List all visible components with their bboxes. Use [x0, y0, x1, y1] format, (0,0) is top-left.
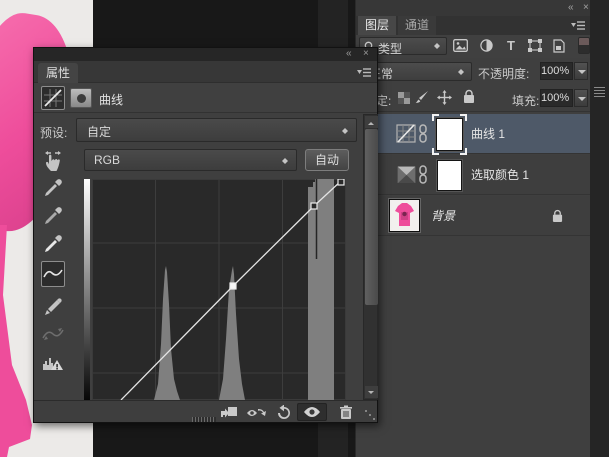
panel-menu-icon[interactable] — [570, 20, 586, 32]
channel-value: RGB — [94, 153, 120, 167]
toggle-visibility-icon[interactable] — [297, 403, 327, 421]
filter-pixel-layers-icon[interactable] — [451, 37, 469, 54]
dock-resize-grip-icon[interactable] — [594, 86, 605, 97]
properties-panel: « × 属性 曲线 预设: 自定 — [33, 47, 378, 423]
pencil-tool-icon[interactable] — [41, 294, 65, 318]
preset-label: 预设: — [40, 124, 67, 141]
spinner-arrows-icon — [281, 155, 290, 167]
filter-shape-layers-icon[interactable] — [526, 37, 544, 54]
filter-adjustment-layers-icon[interactable] — [477, 37, 495, 54]
fill-value[interactable]: 100% — [540, 89, 573, 107]
opacity-value[interactable]: 100% — [540, 62, 573, 80]
tab-layers[interactable]: 图层 — [358, 16, 396, 35]
dock-header: « × — [356, 0, 591, 16]
layer-mask-thumbnail[interactable] — [436, 118, 463, 151]
layers-tab-row: 图层 通道 — [356, 16, 591, 35]
auto-button[interactable]: 自动 — [305, 149, 349, 171]
properties-title-bar[interactable]: « × — [34, 48, 377, 61]
spinner-arrows-icon — [341, 125, 350, 137]
collapse-panels-icon[interactable]: « — [568, 2, 574, 13]
dock-gutter — [590, 0, 609, 457]
scroll-up-icon[interactable] — [365, 116, 378, 128]
layer-row-curves-1[interactable]: 曲线 1 — [356, 114, 591, 154]
properties-footer — [34, 400, 377, 422]
mask-link-icon[interactable] — [418, 124, 428, 143]
black-point-eyedropper-icon[interactable] — [41, 176, 65, 200]
mask-selection-corner — [460, 148, 467, 155]
fill-dropdown-arrow[interactable] — [574, 89, 588, 107]
filter-smart-object-icon[interactable] — [550, 37, 568, 54]
panel-scrollbar[interactable] — [363, 114, 378, 400]
delete-adjustment-icon[interactable] — [334, 403, 358, 421]
fill-label: 填充: — [512, 92, 539, 109]
pink-shirt-edge — [0, 225, 34, 457]
layer-name: 曲线 1 — [471, 114, 505, 154]
curves-graph[interactable] — [92, 179, 346, 400]
opacity-dropdown-arrow[interactable] — [574, 62, 588, 80]
spinner-arrows-icon — [457, 66, 466, 78]
mask-selection-corner — [432, 148, 439, 155]
panel-menu-icon[interactable] — [356, 67, 372, 79]
collapse-panel-icon[interactable]: « — [346, 48, 352, 59]
layer-row-selective-color-1[interactable]: 选取颜色 1 — [356, 155, 591, 195]
layer-name: 选取颜色 1 — [471, 155, 529, 195]
gray-point-eyedropper-icon[interactable] — [41, 204, 65, 228]
mask-button[interactable] — [70, 88, 92, 108]
layer-locked-icon — [552, 209, 563, 223]
layers-panel: « × 图层 通道 类型 T — [355, 0, 590, 457]
background-layer-thumbnail[interactable] — [389, 199, 420, 232]
tab-properties[interactable]: 属性 — [38, 63, 78, 83]
lock-fill-row: 锁定: 填充: 100% — [356, 84, 591, 112]
layer-filter-row: 类型 T — [356, 35, 591, 58]
edit-points-tool[interactable] — [41, 261, 65, 287]
spinner-arrows-icon — [433, 40, 442, 52]
filter-toggle-button[interactable] — [578, 37, 590, 54]
smooth-curve-icon — [41, 322, 65, 346]
lock-all-icon[interactable] — [463, 89, 475, 104]
mask-selection-corner — [432, 114, 439, 121]
curves-badge-icon — [41, 86, 65, 110]
mask-link-icon[interactable] — [418, 165, 428, 184]
output-gradient-bar — [84, 179, 90, 400]
lock-image-pixels-icon[interactable] — [414, 90, 430, 105]
layer-name: 背景 — [431, 196, 455, 236]
tab-channels[interactable]: 通道 — [398, 16, 436, 35]
clip-to-layer-icon[interactable] — [217, 403, 241, 421]
close-panel-icon[interactable]: × — [583, 2, 589, 13]
opacity-label: 不透明度: — [478, 65, 529, 82]
panel-resize-grip-icon[interactable] — [364, 409, 376, 421]
view-previous-state-icon[interactable] — [244, 403, 268, 421]
selective-color-adjustment-icon — [397, 166, 416, 184]
layer-row-background[interactable]: 背景 — [356, 196, 591, 236]
lock-transparent-pixels-icon[interactable] — [398, 92, 411, 105]
mask-circle-icon — [77, 94, 86, 103]
targeted-adjustment-tool[interactable] — [39, 148, 67, 174]
mask-selection-corner — [460, 114, 467, 121]
properties-tab-row: 属性 — [34, 61, 377, 83]
filter-text-layers-icon[interactable]: T — [502, 37, 520, 54]
close-panel-icon[interactable]: × — [363, 48, 369, 59]
preset-value: 自定 — [87, 123, 111, 140]
scroll-down-icon[interactable] — [365, 386, 378, 398]
curves-adjustment-icon — [396, 124, 416, 143]
lock-position-icon[interactable] — [437, 90, 452, 105]
adjustment-header: 曲线 — [34, 83, 377, 113]
panel-drag-ridges[interactable] — [192, 417, 216, 422]
white-point-eyedropper-icon[interactable] — [41, 232, 65, 256]
reset-adjustment-icon[interactable] — [272, 403, 296, 421]
histogram-warning-icon[interactable] — [41, 350, 65, 374]
filter-type-label: 类型 — [378, 40, 402, 57]
preset-dropdown[interactable]: 自定 — [76, 118, 357, 142]
adjustment-title: 曲线 — [99, 91, 123, 108]
photoshop-workspace: « × 图层 通道 类型 T — [0, 0, 609, 457]
channel-dropdown[interactable]: RGB — [84, 149, 297, 171]
blend-opacity-row: 正常 不透明度: 100% — [356, 58, 591, 84]
layer-mask-thumbnail[interactable] — [437, 160, 462, 191]
scrollbar-thumb[interactable] — [365, 129, 378, 305]
